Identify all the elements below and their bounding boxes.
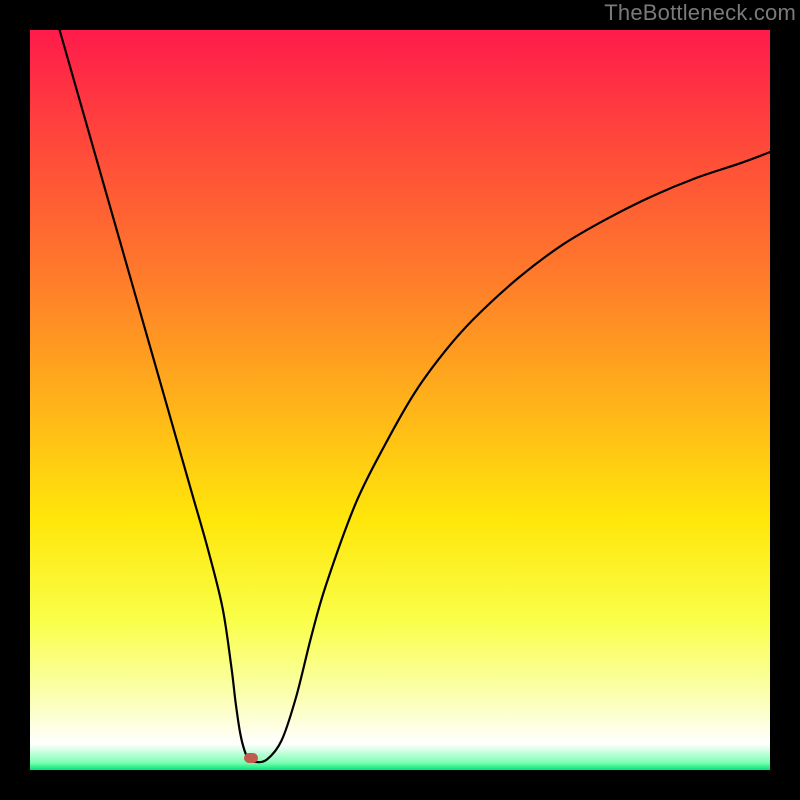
gradient-background	[30, 30, 770, 770]
watermark-text: TheBottleneck.com	[604, 0, 796, 26]
chart-svg	[30, 30, 770, 770]
plot-area	[30, 30, 770, 770]
minimum-marker	[244, 753, 258, 763]
chart-frame: TheBottleneck.com	[0, 0, 800, 800]
